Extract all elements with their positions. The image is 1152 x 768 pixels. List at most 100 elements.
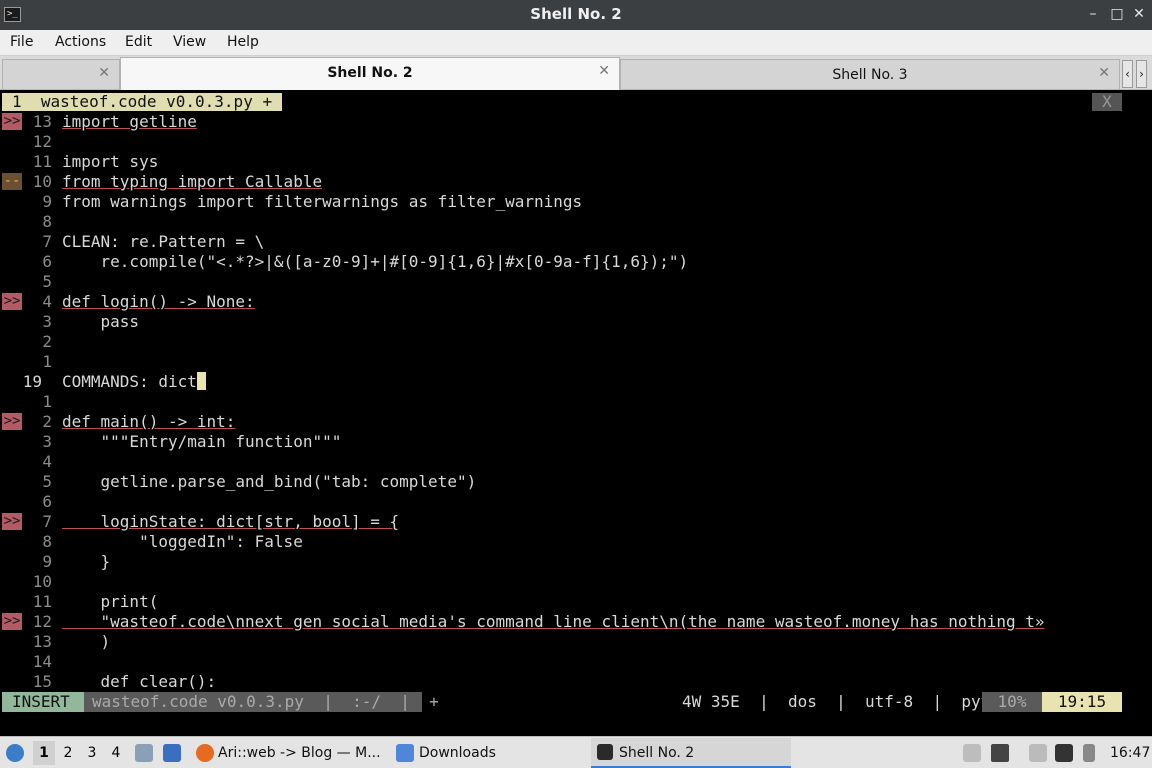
workspace-2[interactable]: 2 xyxy=(57,741,79,765)
code-text: def main() -> int: xyxy=(62,412,236,431)
task-firefox[interactable]: Ari::web -> Blog — M... xyxy=(218,738,386,768)
code-line[interactable]: 4 xyxy=(0,452,1152,472)
line-number: 15 xyxy=(32,672,52,691)
code-line[interactable]: -- 10 from typing import Callable xyxy=(0,172,1152,192)
menu-edit[interactable]: Edit xyxy=(125,34,152,50)
maximize-button[interactable]: □ xyxy=(1107,4,1127,24)
terminal-view[interactable]: 1 wasteof.code v0.0.3.py + X >> 13 import … xyxy=(0,91,1152,735)
minimize-button[interactable]: – xyxy=(1083,4,1103,24)
code-line[interactable]: 8 "loggedIn": False xyxy=(0,532,1152,552)
status-file-info: 4W 35E | dos | utf-8 | python xyxy=(682,692,1020,711)
tab-scroll-left-button[interactable]: ‹ xyxy=(1122,60,1133,88)
workspace-4[interactable]: 4 xyxy=(105,741,127,765)
warning-sign-icon[interactable]: -- xyxy=(2,173,22,190)
diagnostic-sign-icon[interactable]: >> xyxy=(2,513,22,530)
code-text: re.compile("<.*?>|&([a-z0-9]+|#[0-9]{1,6… xyxy=(62,252,689,271)
workspace-1[interactable]: 1 xyxy=(33,741,55,765)
tab-label: Shell No. 2 xyxy=(327,65,413,81)
code-line[interactable]: >> 2 def main() -> int: xyxy=(0,412,1152,432)
code-text: loginState: dict[str, bool] = { xyxy=(62,512,400,531)
clipboard-icon[interactable] xyxy=(1029,744,1047,762)
window-title: Shell No. 2 xyxy=(530,5,622,23)
code-line[interactable]: 5 xyxy=(0,272,1152,292)
code-line[interactable]: 3 pass xyxy=(0,312,1152,332)
code-line[interactable]: 9 } xyxy=(0,552,1152,572)
code-text: CLEAN: re.Pattern = \ xyxy=(62,232,265,251)
tab-scroll-right-button[interactable]: › xyxy=(1136,60,1147,88)
menu-file[interactable]: File xyxy=(10,34,33,50)
code-line[interactable]: 19 COMMANDS: dict xyxy=(0,372,1152,392)
clock[interactable]: 16:47 xyxy=(1110,737,1150,768)
code-line[interactable]: 7 CLEAN: re.Pattern = \ xyxy=(0,232,1152,252)
code-line[interactable]: 14 xyxy=(0,652,1152,672)
code-line[interactable]: 13 ) xyxy=(0,632,1152,652)
line-number: 14 xyxy=(32,652,52,671)
code-line[interactable]: 2 xyxy=(0,332,1152,352)
file-manager-launcher-icon[interactable] xyxy=(135,744,153,762)
close-window-button[interactable]: ✕ xyxy=(1129,4,1149,24)
code-line[interactable]: 1 xyxy=(0,352,1152,372)
diagnostic-sign-icon[interactable]: >> xyxy=(2,613,22,630)
tab-shell-2[interactable]: Shell No. 2 ✕ xyxy=(120,57,620,90)
code-text: from typing import Callable xyxy=(62,172,323,191)
terminal-icon xyxy=(597,744,613,760)
start-menu-icon[interactable] xyxy=(6,744,24,762)
window-titlebar: >_ Shell No. 2 – □ ✕ xyxy=(0,0,1152,30)
buffer-close-button[interactable]: X xyxy=(1092,93,1122,111)
code-line[interactable]: 9 from warnings import filterwarnings as … xyxy=(0,192,1152,212)
diagnostic-sign-icon[interactable]: >> xyxy=(2,413,22,430)
line-number: 10 xyxy=(32,572,52,591)
tab-bar: ✕ Shell No. 2 ✕ Shell No. 3 ✕ ‹ › xyxy=(0,56,1152,90)
menu-actions[interactable]: Actions xyxy=(55,34,106,50)
code-text: ) xyxy=(62,632,111,651)
code-text: def clear(): xyxy=(62,672,217,691)
menu-help[interactable]: Help xyxy=(227,34,259,50)
tab-shell-1[interactable]: ✕ xyxy=(2,59,120,89)
code-line[interactable]: >> 13 import getline xyxy=(0,112,1152,132)
code-text: getline.parse_and_bind("tab: complete") xyxy=(62,472,477,491)
code-line[interactable]: >> 7 loginState: dict[str, bool] = { xyxy=(0,512,1152,532)
status-filename: wasteof.code v0.0.3.py | :-/ | + xyxy=(84,692,439,712)
tab-close-icon[interactable]: ✕ xyxy=(1098,65,1110,81)
code-text: def login() -> None: xyxy=(62,292,255,311)
buffer-tab[interactable]: 1 wasteof.code v0.0.3.py + xyxy=(2,93,282,111)
menu-bar: File Actions Edit View Help xyxy=(0,30,1152,56)
line-number: 13 xyxy=(32,112,52,131)
code-line[interactable]: 1 xyxy=(0,392,1152,412)
code-line[interactable]: 3 """Entry/main function""" xyxy=(0,432,1152,452)
code-line[interactable]: 8 xyxy=(0,212,1152,232)
code-text: "wasteof.code\nnext gen social media's c… xyxy=(62,612,1045,631)
diagnostic-sign-icon[interactable]: >> xyxy=(2,293,22,310)
line-number: 6 xyxy=(42,492,52,511)
line-number: 13 xyxy=(32,632,52,651)
line-number: 8 xyxy=(42,532,52,551)
code-line[interactable]: 5 getline.parse_and_bind("tab: complete"… xyxy=(0,472,1152,492)
tab-shell-3[interactable]: Shell No. 3 ✕ xyxy=(620,59,1120,89)
line-number: 3 xyxy=(42,312,52,331)
code-line[interactable]: >> 12 "wasteof.code\nnext gen social medi… xyxy=(0,612,1152,632)
menu-view[interactable]: View xyxy=(173,34,206,50)
code-line[interactable]: 15 def clear(): xyxy=(0,672,1152,692)
code-line[interactable]: 12 xyxy=(0,132,1152,152)
code-line[interactable]: 11 print( xyxy=(0,592,1152,612)
show-desktop-icon[interactable] xyxy=(163,744,181,762)
network-icon[interactable] xyxy=(1055,744,1073,762)
volume-icon[interactable] xyxy=(991,744,1009,762)
code-line[interactable]: >> 4 def login() -> None: xyxy=(0,292,1152,312)
task-downloads[interactable]: Downloads xyxy=(419,738,579,768)
line-number: 11 xyxy=(32,592,52,611)
tab-close-icon[interactable]: ✕ xyxy=(98,65,110,81)
diagnostic-sign-icon[interactable]: >> xyxy=(2,113,22,130)
notifications-icon[interactable] xyxy=(1083,744,1095,762)
tab-close-icon[interactable]: ✕ xyxy=(598,63,610,79)
status-scroll-percent: 10% xyxy=(982,692,1042,712)
task-label: Shell No. 2 xyxy=(619,745,695,761)
line-number: 1 xyxy=(42,392,52,411)
task-shell-no-2[interactable]: Shell No. 2 xyxy=(591,738,791,768)
code-line[interactable]: 6 xyxy=(0,492,1152,512)
code-line[interactable]: 6 re.compile("<.*?>|&([a-z0-9]+|#[0-9]{1… xyxy=(0,252,1152,272)
code-line[interactable]: 10 xyxy=(0,572,1152,592)
eject-icon[interactable] xyxy=(963,744,981,762)
code-line[interactable]: 11 import sys xyxy=(0,152,1152,172)
workspace-3[interactable]: 3 xyxy=(81,741,103,765)
